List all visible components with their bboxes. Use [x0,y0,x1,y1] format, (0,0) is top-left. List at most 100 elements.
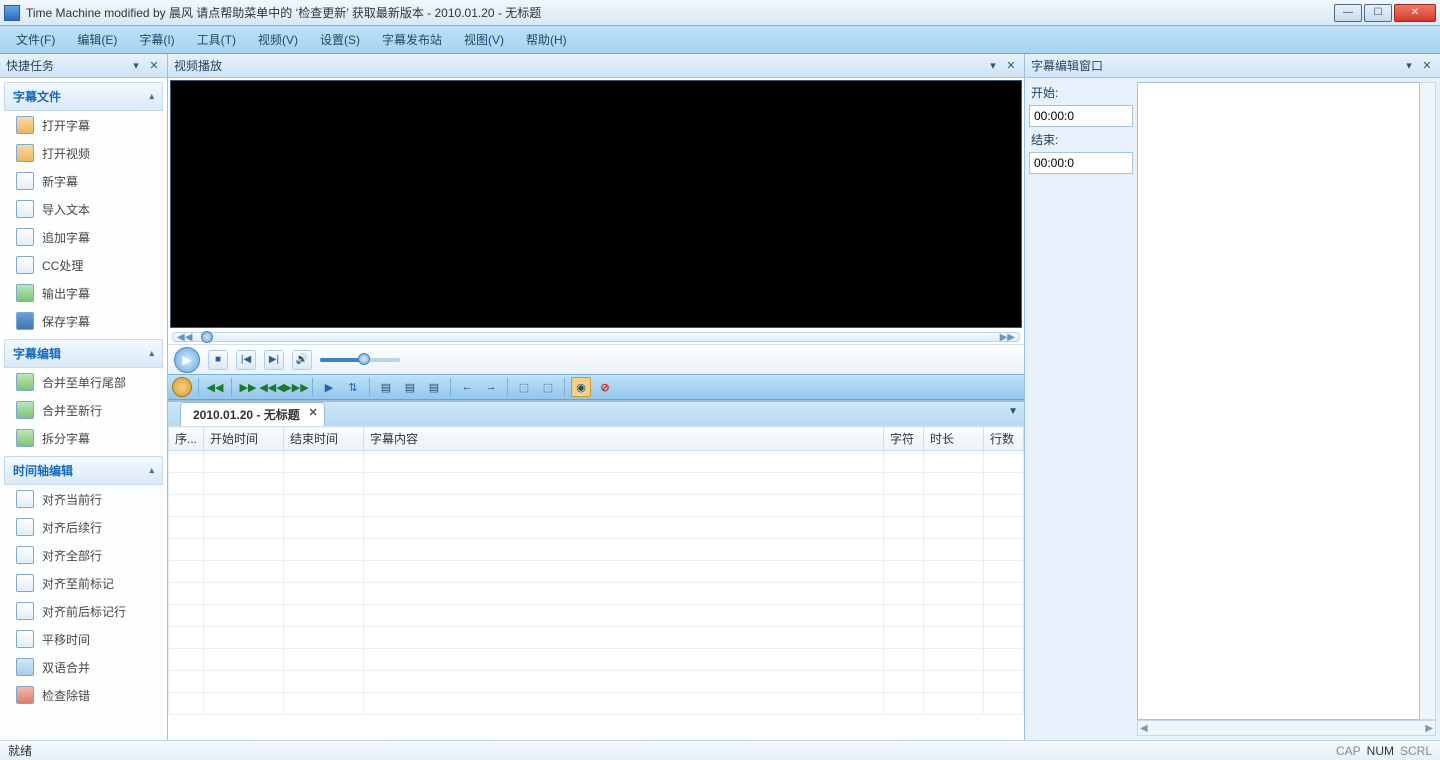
stop-button[interactable]: ■ [208,350,228,370]
col-content[interactable]: 字幕内容 [364,427,884,451]
table-row[interactable] [169,451,1024,473]
table-row[interactable] [169,561,1024,583]
task-merge-newline[interactable]: 合并至新行 [4,396,163,424]
col-end[interactable]: 结束时间 [284,427,364,451]
menu-edit[interactable]: 编辑(E) [67,27,127,52]
start-label: 开始: [1029,82,1133,103]
seek-thumb[interactable] [201,331,213,343]
import-icon [16,200,34,218]
insert-after-icon[interactable]: ⬚ [538,377,558,397]
task-open-subtitle[interactable]: 打开字幕 [4,111,163,139]
play-button[interactable]: ▶ [174,347,200,373]
task-align-all[interactable]: 对齐全部行 [4,541,163,569]
table-row[interactable] [169,539,1024,561]
seek-back-icon[interactable]: ◀◀ [177,332,192,343]
preview-toggle-icon[interactable]: ◉ [571,377,591,397]
play-range-icon[interactable]: ▶ [319,377,339,397]
col-chars[interactable]: 字符 [884,427,924,451]
forward-fast-icon[interactable]: ▶▶ [238,377,258,397]
table-row[interactable] [169,671,1024,693]
menu-tools[interactable]: 工具(T) [187,27,246,52]
task-merge-tail[interactable]: 合并至单行尾部 [4,368,163,396]
mark-in-icon[interactable]: ← [457,377,477,397]
volume-thumb[interactable] [358,353,370,365]
task-align-current[interactable]: 对齐当前行 [4,485,163,513]
pin-icon[interactable]: ▾ [986,59,1000,73]
time-column: 开始: 结束: [1029,82,1133,736]
table-row[interactable] [169,495,1024,517]
seek-fwd-icon[interactable]: ▶▶ [1000,332,1015,343]
merge-newline-icon [16,401,34,419]
menu-video[interactable]: 视频(V) [248,27,308,52]
volume-slider[interactable] [320,358,400,362]
insert-before-icon[interactable]: ⬚ [514,377,534,397]
menu-publish[interactable]: 字幕发布站 [372,27,452,52]
col-dur[interactable]: 时长 [924,427,984,451]
play-updown-icon[interactable]: ⇅ [343,377,363,397]
task-check-errors[interactable]: 检查除错 [4,681,163,709]
table-row[interactable] [169,583,1024,605]
col-index[interactable]: 序... [169,427,204,451]
col-start[interactable]: 开始时间 [204,427,284,451]
task-open-video[interactable]: 打开视频 [4,139,163,167]
task-align-prev-next-mark[interactable]: 对齐前后标记行 [4,597,163,625]
menu-help[interactable]: 帮助(H) [516,27,577,52]
subtitle-grid[interactable]: 序... 开始时间 结束时间 字幕内容 字符 时长 行数 [168,426,1024,740]
forward-triple-icon[interactable]: ▶▶▶ [286,377,306,397]
seek-slider[interactable]: ◀◀ ▶▶ [172,332,1020,342]
pin-icon[interactable]: ▾ [1402,59,1416,73]
align-center-icon[interactable]: ▤ [400,377,420,397]
mark-out-icon[interactable]: → [481,377,501,397]
table-row[interactable] [169,517,1024,539]
close-icon[interactable]: ✕ [1420,59,1434,73]
table-row[interactable] [169,649,1024,671]
start-time-input[interactable] [1029,105,1133,127]
task-align-to-prev-mark[interactable]: 对齐至前标记 [4,569,163,597]
video-display[interactable] [170,80,1022,328]
volume-icon[interactable]: 🔊 [292,350,312,370]
close-icon[interactable]: ✕ [1004,59,1018,73]
table-row[interactable] [169,473,1024,495]
menu-view[interactable]: 视图(V) [454,27,514,52]
align-right-icon[interactable]: ▤ [424,377,444,397]
task-split-subtitle[interactable]: 拆分字幕 [4,424,163,452]
task-align-next[interactable]: 对齐后续行 [4,513,163,541]
group-timeline-edit[interactable]: 时间轴编辑▴ [4,456,163,485]
task-import-text[interactable]: 导入文本 [4,195,163,223]
task-bilingual-merge[interactable]: 双语合并 [4,653,163,681]
table-row[interactable] [169,627,1024,649]
table-row[interactable] [169,605,1024,627]
task-new-subtitle[interactable]: 新字幕 [4,167,163,195]
textarea-vscrollbar[interactable] [1420,82,1436,720]
subtitle-text-input[interactable] [1137,82,1420,720]
task-export-subtitle[interactable]: 输出字幕 [4,279,163,307]
disable-icon[interactable]: ⊘ [595,377,615,397]
maximize-button[interactable]: ☐ [1364,4,1392,22]
table-row[interactable] [169,693,1024,715]
tab-close-icon[interactable]: ✕ [309,406,318,419]
prev-button[interactable]: |◀ [236,350,256,370]
document-tab[interactable]: 2010.01.20 - 无标题 ✕ [180,402,325,426]
minimize-button[interactable]: — [1334,4,1362,22]
globe-icon[interactable] [172,377,192,397]
task-save-subtitle[interactable]: 保存字幕 [4,307,163,335]
close-icon[interactable]: ✕ [147,59,161,73]
end-time-input[interactable] [1029,152,1133,174]
task-append-subtitle[interactable]: 追加字幕 [4,223,163,251]
menu-subtitle[interactable]: 字幕(I) [129,27,184,52]
align-left-icon[interactable]: ▤ [376,377,396,397]
menu-settings[interactable]: 设置(S) [310,27,370,52]
task-shift-time[interactable]: 平移时间 [4,625,163,653]
menu-file[interactable]: 文件(F) [6,27,65,52]
group-subtitle-edit[interactable]: 字幕编辑▴ [4,339,163,368]
col-lines[interactable]: 行数 [984,427,1024,451]
rewind-fast-icon[interactable]: ◀◀ [205,377,225,397]
group-subtitle-file[interactable]: 字幕文件▴ [4,82,163,111]
task-cc-process[interactable]: CC处理 [4,251,163,279]
pin-icon[interactable]: ▾ [129,59,143,73]
next-button[interactable]: ▶| [264,350,284,370]
textarea-hscrollbar[interactable]: ◀▶ [1137,720,1436,736]
rewind-triple-icon[interactable]: ◀◀◀ [262,377,282,397]
tabstrip-dropdown-icon[interactable]: ▼ [1008,406,1018,417]
close-button[interactable]: ✕ [1394,4,1436,22]
